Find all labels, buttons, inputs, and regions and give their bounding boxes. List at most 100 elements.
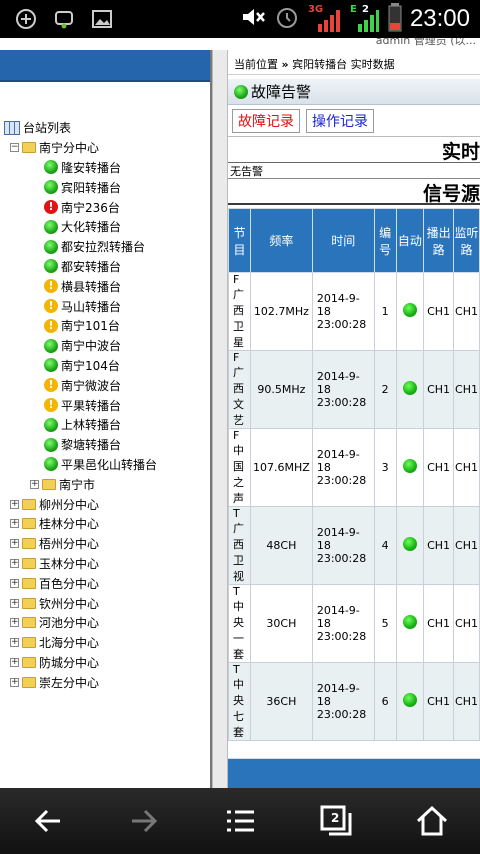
- battery-icon: [388, 2, 402, 36]
- table-row: T中央七套 36CH 2014-9-18 23:00:28 6 CH1 CH1: [228, 662, 480, 741]
- breadcrumb-path[interactable]: 宾阳转播台 实时数据: [292, 58, 395, 71]
- expand-icon[interactable]: +: [10, 657, 19, 667]
- cell-program: T广西卫视: [228, 506, 251, 585]
- expand-icon[interactable]: +: [10, 578, 19, 588]
- station-item[interactable]: ! 南宁101台: [0, 316, 212, 336]
- column-header: 监听路: [453, 208, 480, 273]
- cell-no: 6: [373, 662, 397, 741]
- forward-arrow-icon[interactable]: [120, 797, 168, 845]
- cell-no: 3: [373, 428, 397, 507]
- center-label: 河池分中心: [39, 616, 100, 631]
- station-label: 横县转播台: [61, 279, 122, 294]
- cell-time: 2014-9-18 23:00:28: [311, 428, 375, 507]
- cell-program: F广西卫星: [228, 272, 251, 351]
- tree-node-center[interactable]: + 河池分中心: [0, 613, 212, 633]
- station-item[interactable]: 上林转播台: [0, 415, 212, 435]
- station-item[interactable]: ! 马山转播台: [0, 296, 212, 316]
- station-item[interactable]: 宾阳转播台: [0, 177, 212, 197]
- column-header: 时间: [311, 208, 375, 273]
- cell-mon: CH1: [453, 350, 480, 429]
- status-indicator-icon: [402, 381, 417, 395]
- realtime-pane: 当前位置 » 宾阳转播台 实时数据 故障告警 故障记录 操作记录 实时 无告警 …: [228, 50, 480, 788]
- cell-out: CH1: [423, 584, 455, 663]
- station-item[interactable]: 都安拉烈转播台: [0, 237, 212, 257]
- cell-time: 2014-9-18 23:00:28: [311, 584, 375, 663]
- back-arrow-icon[interactable]: [24, 797, 72, 845]
- station-item[interactable]: 南宁中波台: [0, 336, 212, 356]
- status-indicator-icon: [402, 459, 417, 473]
- tree-node-center[interactable]: + 钦州分中心: [0, 593, 212, 613]
- station-item[interactable]: 都安转播台: [0, 257, 212, 277]
- expand-icon[interactable]: +: [10, 598, 19, 608]
- station-label: 宾阳转播台: [61, 180, 122, 195]
- center-label: 崇左分中心: [39, 675, 100, 690]
- tree-node-center[interactable]: + 桂林分中心: [0, 514, 212, 534]
- tree-node-center[interactable]: + 梧州分中心: [0, 534, 212, 554]
- status-ok-icon: [44, 338, 58, 353]
- station-item[interactable]: 大化转播台: [0, 217, 212, 237]
- column-header: 频率: [249, 208, 313, 273]
- center-label: 防城分中心: [39, 655, 100, 670]
- station-label: 马山转播台: [61, 299, 122, 314]
- breadcrumb: 当前位置 » 宾阳转播台 实时数据: [228, 50, 480, 75]
- center-label: 梧州分中心: [39, 537, 100, 552]
- tree-node-center[interactable]: + 崇左分中心: [0, 672, 212, 692]
- center-label: 北海分中心: [39, 636, 100, 651]
- table-row: F广西卫星 102.7MHz 2014-9-18 23:00:28 1 CH1 CH1: [228, 272, 480, 351]
- cell-out: CH1: [423, 428, 455, 507]
- tree-node-center[interactable]: + 柳州分中心: [0, 494, 212, 514]
- signal-source-title: 信号源: [228, 179, 480, 205]
- home-icon[interactable]: [408, 797, 456, 845]
- add-circle-icon: [14, 7, 38, 31]
- folder-icon: [22, 538, 36, 550]
- station-item[interactable]: 平果邑化山转播台: [0, 455, 212, 475]
- expand-icon[interactable]: +: [10, 558, 19, 568]
- pane-splitter[interactable]: [212, 50, 228, 788]
- expand-icon[interactable]: +: [10, 499, 19, 509]
- table-header-row: 节目 频率 时间 编号 自动 播出路 监听路: [228, 208, 480, 273]
- status-green-icon: [234, 84, 248, 99]
- tab-fault-records[interactable]: 故障记录: [232, 108, 300, 133]
- table-footer-bar: [228, 758, 480, 788]
- expand-icon[interactable]: +: [10, 519, 19, 529]
- menu-icon[interactable]: [216, 797, 264, 845]
- cell-mon: CH1: [453, 272, 480, 351]
- record-tabs: 故障记录 操作记录: [228, 105, 480, 137]
- column-header: 播出路: [423, 208, 455, 273]
- tree-node-center[interactable]: + 玉林分中心: [0, 554, 212, 574]
- tree-node-center[interactable]: + 百色分中心: [0, 573, 212, 593]
- station-label: 南宁236台: [61, 200, 120, 215]
- status-warning-icon: !: [44, 398, 58, 413]
- status-indicator-icon: [402, 537, 417, 551]
- status-indicator-icon: [402, 693, 417, 707]
- station-item[interactable]: 南宁104台: [0, 356, 212, 376]
- expand-icon[interactable]: +: [10, 539, 19, 549]
- tree-node-nanning-city[interactable]: + 南宁市: [0, 474, 212, 494]
- no-alarm-text: 无告警: [228, 163, 480, 179]
- cell-mon: CH1: [453, 584, 480, 663]
- tab-operation-records[interactable]: 操作记录: [306, 108, 374, 133]
- expand-icon[interactable]: +: [10, 618, 19, 628]
- signal-table: 节目 频率 时间 编号 自动 播出路 监听路 F广西卫星 102.7MHz 2014-9-18 …: [228, 208, 480, 741]
- tabs-icon[interactable]: 2: [312, 797, 360, 845]
- tree-root[interactable]: 台站列表: [0, 118, 212, 138]
- center-label: 桂林分中心: [39, 517, 100, 532]
- tree-node-center[interactable]: + 北海分中心: [0, 633, 212, 653]
- tree-node-nanning[interactable]: − 南宁分中心: [0, 138, 212, 158]
- expand-icon[interactable]: +: [10, 677, 19, 687]
- station-label: 都安转播台: [61, 259, 122, 274]
- tree-node-center[interactable]: + 防城分中心: [0, 653, 212, 673]
- station-item[interactable]: 隆安转播台: [0, 158, 212, 178]
- collapse-icon[interactable]: −: [10, 143, 19, 153]
- cell-program: F广西文艺: [228, 350, 251, 429]
- station-item[interactable]: ! 平果转播台: [0, 395, 212, 415]
- mute-icon: [240, 5, 266, 33]
- station-item[interactable]: ! 南宁微波台: [0, 375, 212, 395]
- station-item[interactable]: ! 横县转播台: [0, 276, 212, 296]
- station-label: 大化转播台: [61, 220, 122, 235]
- expand-icon[interactable]: +: [10, 638, 19, 648]
- station-item[interactable]: 黎塘转播台: [0, 435, 212, 455]
- table-icon: [4, 120, 20, 135]
- station-item[interactable]: ! 南宁236台: [0, 197, 212, 217]
- expand-icon[interactable]: +: [30, 479, 39, 489]
